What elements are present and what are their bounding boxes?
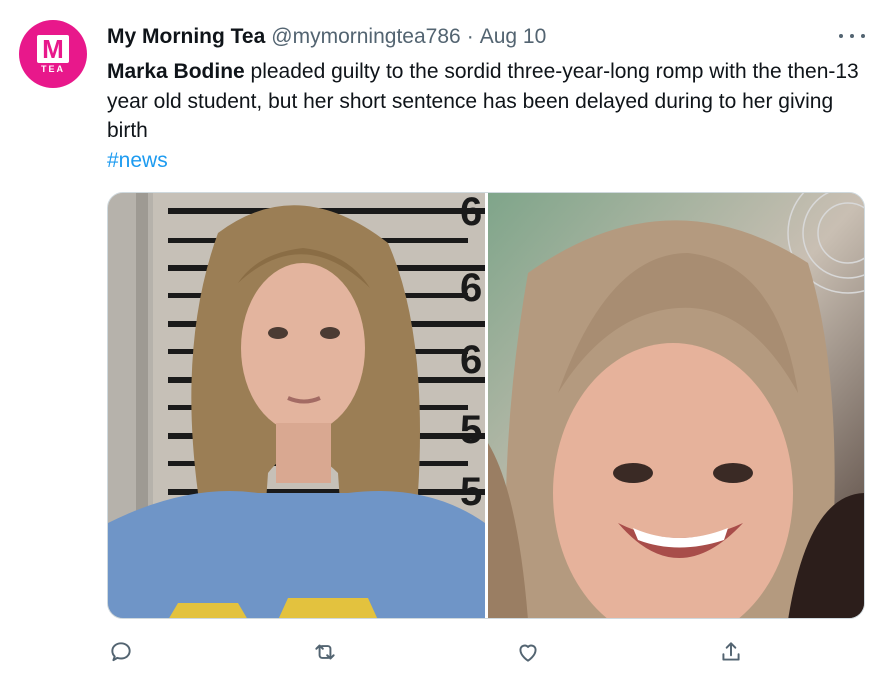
avatar-letter: M xyxy=(37,34,69,63)
user-handle[interactable]: @mymorningtea786 xyxy=(271,25,460,49)
ruler-mark: 5 xyxy=(460,408,482,452)
avatar[interactable]: M TEA xyxy=(19,20,87,88)
reply-icon[interactable] xyxy=(107,638,135,666)
tweet-actions xyxy=(107,638,865,668)
ruler-mark: 5 xyxy=(460,470,482,514)
ruler-mark: 6 xyxy=(460,338,482,382)
tweet-text: Marka Bodine pleaded guilty to the sordi… xyxy=(107,57,869,175)
tweet[interactable]: M TEA My Morning Tea @mymorningtea786 · … xyxy=(0,0,876,673)
share-icon[interactable] xyxy=(717,638,745,666)
photo-selfie[interactable] xyxy=(488,193,864,618)
retweet-icon[interactable] xyxy=(311,638,339,666)
ruler-mark: 6 xyxy=(460,266,482,310)
tweet-header: My Morning Tea @mymorningtea786 · Aug 10 xyxy=(107,24,546,50)
photo-mugshot[interactable]: 6 6 6 5 5 xyxy=(108,193,485,618)
like-icon[interactable] xyxy=(514,638,542,666)
separator-dot: · xyxy=(466,25,474,48)
hashtag-link[interactable]: #news xyxy=(107,146,869,176)
ruler-mark: 6 xyxy=(460,193,482,234)
media-grid: 6 6 6 5 5 xyxy=(107,192,865,619)
tweet-text-bold: Marka Bodine xyxy=(107,60,245,83)
tweet-date[interactable]: Aug 10 xyxy=(480,25,547,49)
more-options-icon[interactable] xyxy=(839,26,865,46)
avatar-sub-label: TEA xyxy=(41,63,65,74)
display-name[interactable]: My Morning Tea xyxy=(107,25,265,49)
